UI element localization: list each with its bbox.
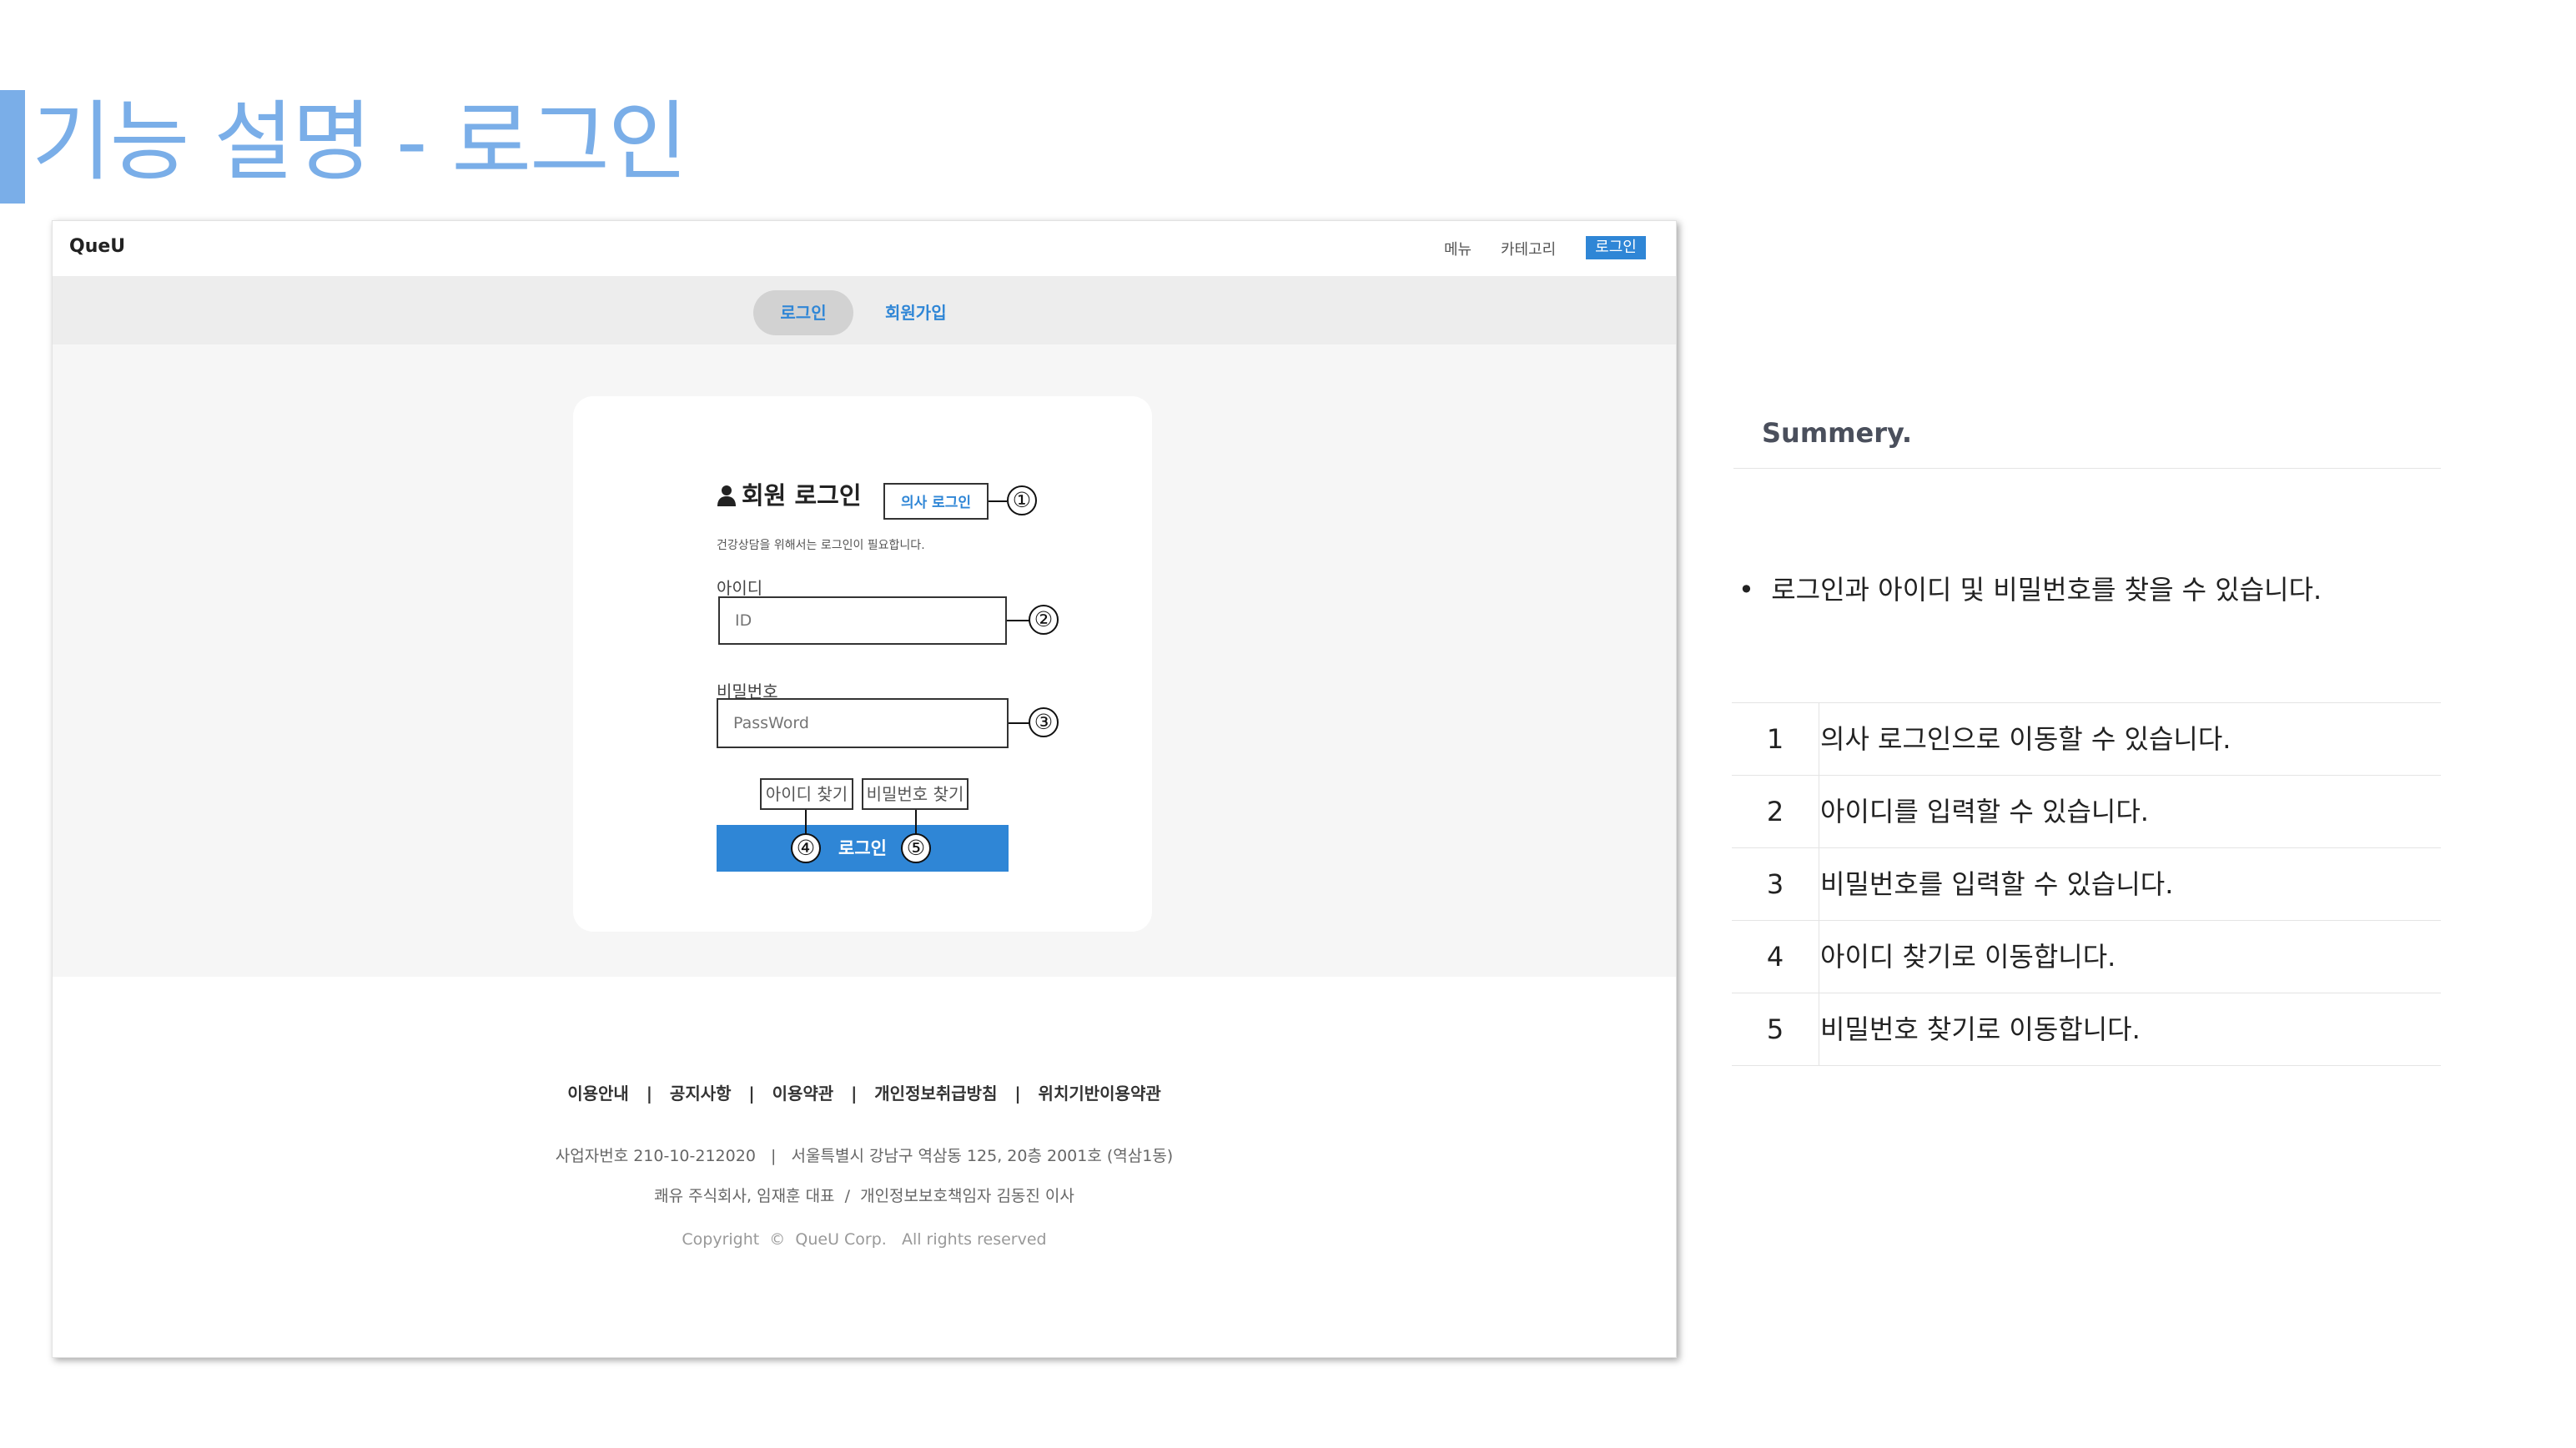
callout-1-connector xyxy=(989,500,1007,502)
id-label: 아이디 xyxy=(717,578,763,598)
row-description: 비밀번호 찾기로 이동합니다. xyxy=(1820,1013,2141,1045)
callout-marker-2: ② xyxy=(1029,605,1059,635)
tab-signup[interactable]: 회원가입 xyxy=(885,290,947,335)
row-number: 5 xyxy=(1732,993,1819,1065)
login-page-screenshot: QueU 메뉴 카테고리 로그인 로그인 회원가입 회원 로그인 의사 로그인 … xyxy=(52,220,1677,1358)
callout-marker-1: ① xyxy=(1007,485,1037,515)
callout-5-connector xyxy=(915,810,917,835)
password-input[interactable] xyxy=(717,698,1009,748)
footer-links[interactable]: 이용안내 | 공지사항 | 이용약관 | 개인정보취급방침 | 위치기반이용약관 xyxy=(53,1080,1676,1104)
nav-category-link[interactable]: 카테고리 xyxy=(1501,238,1556,259)
find-id-link[interactable]: 아이디 찾기 xyxy=(760,778,853,810)
summary-divider xyxy=(1733,468,2441,469)
content-area: 회원 로그인 의사 로그인 건강상담을 위해서는 로그인이 필요합니다. 아이디… xyxy=(53,344,1676,977)
brand-logo[interactable]: QueU xyxy=(69,236,125,257)
row-number: 1 xyxy=(1732,703,1819,775)
login-submit-button[interactable]: 로그인 xyxy=(717,825,1009,872)
footer-business-info: 사업자번호 210-10-212020 | 서울특별시 강남구 역삼동 125,… xyxy=(555,1147,1174,1165)
row-number: 4 xyxy=(1732,921,1819,993)
footer-company-info: 쾌유 주식회사, 임재훈 대표 / 개인정보보호책임자 김동진 이사 xyxy=(654,1187,1074,1205)
login-heading-text: 회원 로그인 xyxy=(742,481,862,510)
row-description: 의사 로그인으로 이동할 수 있습니다. xyxy=(1820,723,2231,755)
callout-marker-3: ③ xyxy=(1029,707,1059,737)
row-description: 아이디 찾기로 이동합니다. xyxy=(1820,941,2116,973)
callout-4-connector xyxy=(805,810,807,835)
login-heading: 회원 로그인 xyxy=(717,476,862,511)
nav-menu-link[interactable]: 메뉴 xyxy=(1444,238,1472,259)
summary-heading: Summery. xyxy=(1762,417,1913,449)
callout-marker-4: ④ xyxy=(791,833,821,863)
slide-title: 기능 설명 - 로그인 xyxy=(32,91,687,193)
summary-table: 1 의사 로그인으로 이동할 수 있습니다. 2 아이디를 입력할 수 있습니다… xyxy=(1732,702,2441,1066)
callout-marker-5: ⑤ xyxy=(901,833,931,863)
summary-bullet-text: 로그인과 아이디 및 비밀번호를 찾을 수 있습니다. xyxy=(1771,574,2322,606)
user-icon xyxy=(717,485,736,506)
row-number: 3 xyxy=(1732,848,1819,920)
table-row: 5 비밀번호 찾기로 이동합니다. xyxy=(1732,993,2441,1066)
table-row: 2 아이디를 입력할 수 있습니다. xyxy=(1732,776,2441,848)
summary-bullet: • 로그인과 아이디 및 비밀번호를 찾을 수 있습니다. xyxy=(1738,574,2322,606)
auth-tabs: 로그인 회원가입 xyxy=(53,276,1676,344)
find-password-link[interactable]: 비밀번호 찾기 xyxy=(862,778,969,810)
top-nav: QueU 메뉴 카테고리 로그인 xyxy=(53,221,1676,277)
callout-2-connector xyxy=(1007,620,1030,621)
table-row: 4 아이디 찾기로 이동합니다. xyxy=(1732,921,2441,993)
login-subtitle: 건강상담을 위해서는 로그인이 필요합니다. xyxy=(717,539,925,552)
id-input[interactable] xyxy=(718,596,1007,645)
nav-login-button[interactable]: 로그인 xyxy=(1586,236,1646,259)
login-card: 회원 로그인 의사 로그인 건강상담을 위해서는 로그인이 필요합니다. 아이디… xyxy=(573,396,1152,932)
footer-copyright: Copyright © QueU Corp. All rights reserv… xyxy=(682,1230,1047,1249)
doctor-login-button[interactable]: 의사 로그인 xyxy=(883,483,989,520)
row-description: 비밀번호를 입력할 수 있습니다. xyxy=(1820,868,2174,900)
tab-login[interactable]: 로그인 xyxy=(753,290,853,335)
callout-3-connector xyxy=(1009,722,1030,724)
row-number: 2 xyxy=(1732,776,1819,847)
title-accent-bar xyxy=(0,90,25,204)
table-row: 3 비밀번호를 입력할 수 있습니다. xyxy=(1732,848,2441,921)
table-row: 1 의사 로그인으로 이동할 수 있습니다. xyxy=(1732,703,2441,776)
row-description: 아이디를 입력할 수 있습니다. xyxy=(1820,796,2149,827)
